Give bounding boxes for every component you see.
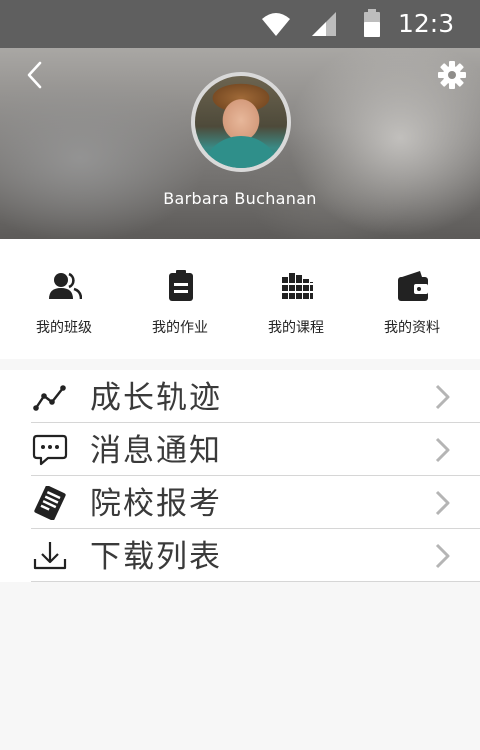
chevron-right-icon xyxy=(435,490,450,516)
menu-item-download-list[interactable]: 下载列表 xyxy=(0,529,480,582)
avatar-photo-detail xyxy=(201,136,281,168)
quick-item-my-class[interactable]: 我的班级 xyxy=(4,239,124,359)
signal-icon xyxy=(312,12,336,36)
divider xyxy=(31,581,480,582)
quick-item-label: 我的作业 xyxy=(152,320,208,336)
quick-actions: 我的班级 我的作业 我的课程 我的资料 xyxy=(0,239,480,359)
menu-item-label: 成长轨迹 xyxy=(90,380,222,416)
quick-item-my-courses[interactable]: 我的课程 xyxy=(236,239,356,359)
username: Barbara Buchanan xyxy=(163,189,317,208)
menu-item-college-application[interactable]: 院校报考 xyxy=(0,476,480,529)
clipboard-icon xyxy=(169,270,193,301)
chevron-right-icon xyxy=(435,543,450,569)
menu-item-label: 院校报考 xyxy=(90,486,222,522)
menu-item-growth-track[interactable]: 成长轨迹 xyxy=(0,370,480,423)
application-form-icon xyxy=(34,486,66,520)
quick-item-my-homework[interactable]: 我的作业 xyxy=(120,239,240,359)
users-icon xyxy=(49,272,82,300)
quick-item-my-materials[interactable]: 我的资料 xyxy=(352,239,472,359)
gear-icon[interactable] xyxy=(438,61,466,89)
books-icon xyxy=(282,273,313,299)
profile-header: Barbara Buchanan xyxy=(0,48,480,239)
growth-chart-icon xyxy=(33,385,66,411)
message-bubble-icon xyxy=(32,434,68,466)
status-time: 12:3 xyxy=(398,9,455,38)
quick-item-label: 我的课程 xyxy=(268,320,324,336)
back-chevron-icon[interactable] xyxy=(22,60,48,90)
status-bar: 12:3 xyxy=(0,0,480,48)
avatar[interactable] xyxy=(191,72,291,172)
wifi-icon xyxy=(262,13,290,36)
wallet-icon xyxy=(398,271,428,301)
chevron-right-icon xyxy=(435,437,450,463)
menu-item-label: 消息通知 xyxy=(90,433,222,469)
menu-item-label: 下载列表 xyxy=(90,539,222,575)
download-icon xyxy=(33,542,67,570)
quick-item-label: 我的资料 xyxy=(384,320,440,336)
quick-item-label: 我的班级 xyxy=(36,320,92,336)
battery-icon xyxy=(364,9,380,37)
menu-item-notifications[interactable]: 消息通知 xyxy=(0,423,480,476)
menu-list: 成长轨迹 消息通知 院校报考 下载列表 xyxy=(0,370,480,582)
chevron-right-icon xyxy=(435,384,450,410)
